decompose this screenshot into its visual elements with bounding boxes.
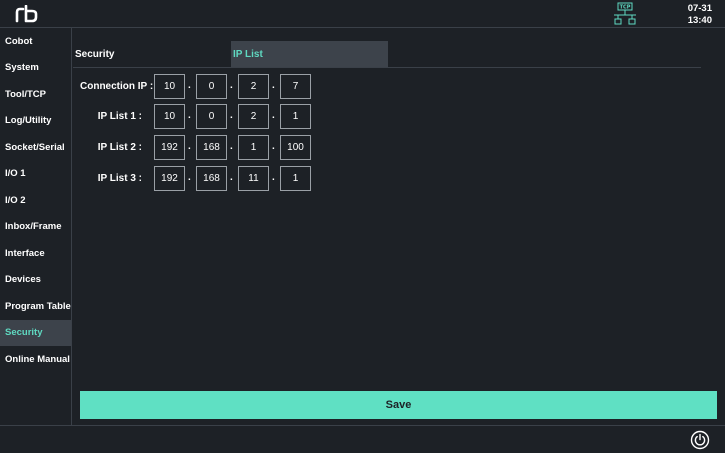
sidebar-item-program-table[interactable]: Program Table [0,293,71,320]
ip-list-2-octet-4[interactable] [280,135,311,160]
ip-separator: . [230,172,233,183]
sidebar-item-interface[interactable]: Interface [0,240,71,267]
ip-separator: . [188,141,191,152]
tcp-network-icon: TCP [614,2,636,25]
tab-ip-list[interactable]: IP List [231,41,388,67]
sidebar-item-online-manual[interactable]: Online Manual [0,346,71,373]
tab-bar: Security IP List [73,41,701,68]
ip-list-2-octet-2[interactable] [196,135,227,160]
sidebar-item-security[interactable]: Security [0,319,71,346]
ip-separator: . [188,80,191,91]
ip-label: IP List 2 : [97,142,142,153]
connection-ip-octet-2[interactable] [196,74,227,99]
svg-text:TCP: TCP [620,5,631,11]
sidebar-item-tool-tcp[interactable]: Tool/TCP [0,81,71,108]
ip-list-3-octet-4[interactable] [280,166,311,191]
ip-label: Connection IP : [80,81,154,92]
ip-separator: . [230,141,233,152]
clock: 07-31 13:40 [688,3,712,26]
connection-ip-octet-4[interactable] [280,74,311,99]
ip-label: IP List 1 : [97,111,142,122]
ip-separator: . [272,80,275,91]
clock-date: 07-31 [687,3,712,14]
ip-list-3-octet-3[interactable] [238,166,269,191]
sidebar-item-io-1[interactable]: I/O 1 [0,161,71,188]
sidebar-item-socket-serial[interactable]: Socket/Serial [0,134,71,161]
ip-list-3-octet-2[interactable] [196,166,227,191]
clock-time: 13:40 [687,14,712,26]
save-button[interactable]: Save [80,391,717,419]
tab-security[interactable]: Security [75,41,230,67]
ip-separator: . [188,110,191,121]
bottom-bar [0,425,725,453]
ip-separator: . [230,80,233,91]
ip-list-3-octet-1[interactable] [154,166,185,191]
sidebar: Cobot System Tool/TCP Log/Utility Socket… [0,28,72,425]
sidebar-item-log-utility[interactable]: Log/Utility [0,108,71,135]
connection-ip-octet-3[interactable] [238,74,269,99]
ip-separator: . [272,110,275,121]
power-icon[interactable] [690,430,710,450]
sidebar-item-inbox-frame[interactable]: Inbox/Frame [0,214,71,241]
ip-list-2-octet-3[interactable] [238,135,269,160]
ip-list-1-octet-4[interactable] [280,104,311,129]
ip-separator: . [188,172,191,183]
sidebar-item-system[interactable]: System [0,55,71,82]
rb-logo [15,5,38,23]
ip-list-2-octet-1[interactable] [154,135,185,160]
ip-separator: . [230,110,233,121]
sidebar-item-devices[interactable]: Devices [0,267,71,294]
ip-list-1-octet-2[interactable] [196,104,227,129]
connection-ip-octet-1[interactable] [154,74,185,99]
ip-list-1-octet-1[interactable] [154,104,185,129]
sidebar-item-cobot[interactable]: Cobot [0,28,71,55]
ip-separator: . [272,141,275,152]
ip-label: IP List 3 : [97,173,142,184]
sidebar-item-io-2[interactable]: I/O 2 [0,187,71,214]
ip-list-1-octet-3[interactable] [238,104,269,129]
top-bar: TCP 07-31 13:40 [0,0,725,28]
ip-separator: . [272,172,275,183]
